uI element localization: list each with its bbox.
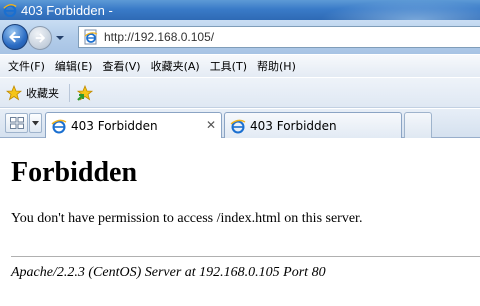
tab-bar: 403 Forbidden ✕ 403 Forbidden <box>0 109 480 138</box>
menu-view[interactable]: 查看(V) <box>97 58 145 74</box>
address-url[interactable]: http://192.168.0.105/ <box>104 30 214 44</box>
tab-inactive[interactable]: 403 Forbidden <box>224 112 402 138</box>
tab-list-button[interactable] <box>29 113 42 133</box>
window-title: 403 Forbidden - <box>21 2 113 18</box>
divider <box>69 83 70 102</box>
close-icon[interactable]: ✕ <box>206 118 216 132</box>
page-content: Forbidden You don't have permission to a… <box>0 139 480 306</box>
back-button[interactable] <box>2 24 28 50</box>
menu-favorites[interactable]: 收藏夹(A) <box>146 58 205 74</box>
server-signature: Apache/2.2.3 (CentOS) Server at 192.168.… <box>11 265 326 280</box>
forward-button[interactable] <box>28 26 52 50</box>
tab-active[interactable]: 403 Forbidden ✕ <box>45 112 222 138</box>
title-bar: 403 Forbidden - <box>0 0 480 20</box>
add-favorite-icon[interactable] <box>76 84 94 102</box>
ie-page-icon <box>51 119 67 133</box>
page-heading: Forbidden <box>11 157 138 188</box>
new-tab-button[interactable] <box>404 112 432 138</box>
favorites-button[interactable]: 收藏夹 <box>6 84 59 101</box>
tab-label: 403 Forbidden <box>250 118 337 133</box>
menu-bar: 文件(F) 编辑(E) 查看(V) 收藏夹(A) 工具(T) 帮助(H) <box>0 55 480 77</box>
chevron-down-icon <box>32 120 39 125</box>
menu-edit[interactable]: 编辑(E) <box>50 58 98 74</box>
quick-tabs-button[interactable] <box>5 113 28 133</box>
tab-label: 403 Forbidden <box>71 118 158 133</box>
title-bar-glow <box>320 0 480 20</box>
page-icon <box>84 29 98 45</box>
ie-page-icon <box>230 119 246 133</box>
error-message: You don't have permission to access /ind… <box>11 211 363 226</box>
favorites-label: 收藏夹 <box>26 86 59 100</box>
menu-help[interactable]: 帮助(H) <box>252 58 301 74</box>
quick-tabs-icon <box>9 117 24 129</box>
menu-file[interactable]: 文件(F) <box>3 58 50 74</box>
recent-pages-dropdown[interactable] <box>54 32 66 44</box>
forward-arrow-icon <box>35 33 46 43</box>
ie-logo-icon <box>3 3 17 17</box>
favorites-bar: 收藏夹 <box>0 78 480 108</box>
menu-tools[interactable]: 工具(T) <box>205 58 252 74</box>
divider <box>11 256 480 257</box>
navigation-bar: http://192.168.0.105/ <box>0 20 480 54</box>
star-icon <box>6 84 22 100</box>
address-bar[interactable]: http://192.168.0.105/ <box>78 26 480 48</box>
back-arrow-icon <box>9 31 20 43</box>
